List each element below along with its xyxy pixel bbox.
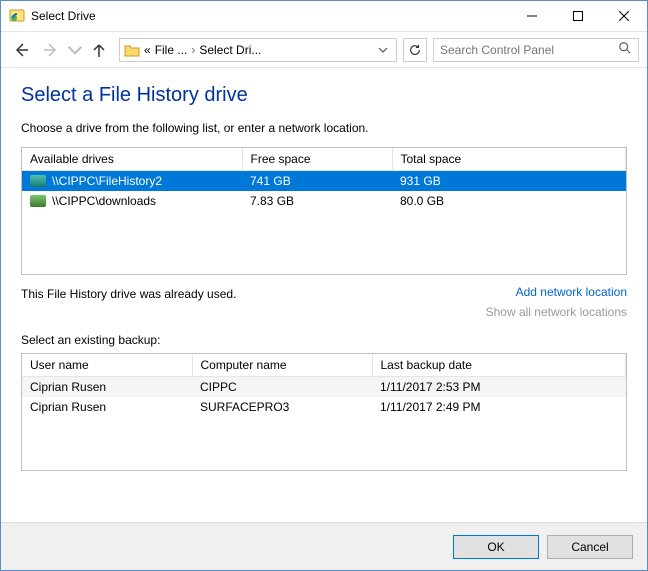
- close-button[interactable]: [601, 1, 647, 31]
- drive-name: \\CIPPC\downloads: [52, 194, 156, 208]
- footer: OK Cancel: [1, 522, 647, 570]
- network-drive-icon: [30, 195, 46, 207]
- col-computer-name[interactable]: Computer name: [192, 354, 372, 377]
- cancel-button[interactable]: Cancel: [547, 535, 633, 559]
- drive-total: 931 GB: [392, 171, 626, 192]
- col-total-space[interactable]: Total space: [392, 148, 626, 171]
- crumb-file-history: File ...: [155, 43, 188, 57]
- backup-row[interactable]: Ciprian Rusen CIPPC 1/11/2017 2:53 PM: [22, 377, 626, 398]
- drive-row[interactable]: \\CIPPC\FileHistory2 741 GB 931 GB: [22, 171, 626, 192]
- window-title: Select Drive: [31, 9, 509, 23]
- backups-header: User name Computer name Last backup date: [22, 354, 626, 377]
- drive-free: 741 GB: [242, 171, 392, 192]
- back-button[interactable]: [7, 36, 35, 64]
- crumb-root: «: [144, 43, 151, 57]
- content: Select a File History drive Choose a dri…: [1, 68, 647, 522]
- refresh-button[interactable]: [403, 38, 427, 62]
- show-all-locations-link[interactable]: Show all network locations: [486, 305, 627, 319]
- up-button[interactable]: [85, 36, 113, 64]
- search-icon[interactable]: [618, 41, 632, 58]
- backup-user: Ciprian Rusen: [22, 377, 192, 398]
- breadcrumb[interactable]: Select Dri...: [199, 43, 261, 57]
- breadcrumb[interactable]: «: [144, 43, 151, 57]
- backups-list: User name Computer name Last backup date…: [21, 353, 627, 471]
- address-bar[interactable]: « File ...› Select Dri...: [119, 38, 397, 62]
- add-network-location-link[interactable]: Add network location: [516, 285, 627, 299]
- search-box[interactable]: [433, 38, 639, 62]
- crumb-select-drive: Select Dri...: [199, 43, 261, 57]
- navbar: « File ...› Select Dri...: [1, 32, 647, 68]
- backup-row[interactable]: Ciprian Rusen SURFACEPRO3 1/11/2017 2:49…: [22, 397, 626, 417]
- forward-button[interactable]: [37, 36, 65, 64]
- minimize-button[interactable]: [509, 1, 555, 31]
- drive-total: 80.0 GB: [392, 191, 626, 211]
- backup-date: 1/11/2017 2:49 PM: [372, 397, 626, 417]
- control-panel-icon: [9, 8, 25, 24]
- drives-list: Available drives Free space Total space …: [21, 147, 627, 275]
- titlebar: Select Drive: [1, 1, 647, 32]
- backup-computer: CIPPC: [192, 377, 372, 398]
- col-available-drives[interactable]: Available drives: [22, 148, 242, 171]
- drive-row[interactable]: \\CIPPC\downloads 7.83 GB 80.0 GB: [22, 191, 626, 211]
- page-subtitle: Choose a drive from the following list, …: [21, 121, 627, 135]
- drives-header: Available drives Free space Total space: [22, 148, 626, 171]
- maximize-button[interactable]: [555, 1, 601, 31]
- mid-row: This File History drive was already used…: [21, 285, 627, 319]
- chevron-right-icon: ›: [191, 43, 195, 57]
- recent-locations-button[interactable]: [67, 36, 83, 64]
- col-free-space[interactable]: Free space: [242, 148, 392, 171]
- drive-free: 7.83 GB: [242, 191, 392, 211]
- window: Select Drive « File ...› Select Dri... S…: [0, 0, 648, 571]
- backup-computer: SURFACEPRO3: [192, 397, 372, 417]
- backup-date: 1/11/2017 2:53 PM: [372, 377, 626, 398]
- backup-section-label: Select an existing backup:: [21, 333, 627, 347]
- backup-user: Ciprian Rusen: [22, 397, 192, 417]
- folder-icon: [124, 42, 140, 58]
- status-text: This File History drive was already used…: [21, 285, 236, 301]
- col-user-name[interactable]: User name: [22, 354, 192, 377]
- chevron-down-icon[interactable]: [374, 45, 392, 55]
- network-drive-icon: [30, 175, 46, 187]
- ok-button[interactable]: OK: [453, 535, 539, 559]
- search-input[interactable]: [440, 43, 618, 57]
- col-last-backup[interactable]: Last backup date: [372, 354, 626, 377]
- page-heading: Select a File History drive: [21, 84, 627, 107]
- drive-name: \\CIPPC\FileHistory2: [52, 174, 162, 188]
- breadcrumb[interactable]: File ...›: [155, 43, 196, 57]
